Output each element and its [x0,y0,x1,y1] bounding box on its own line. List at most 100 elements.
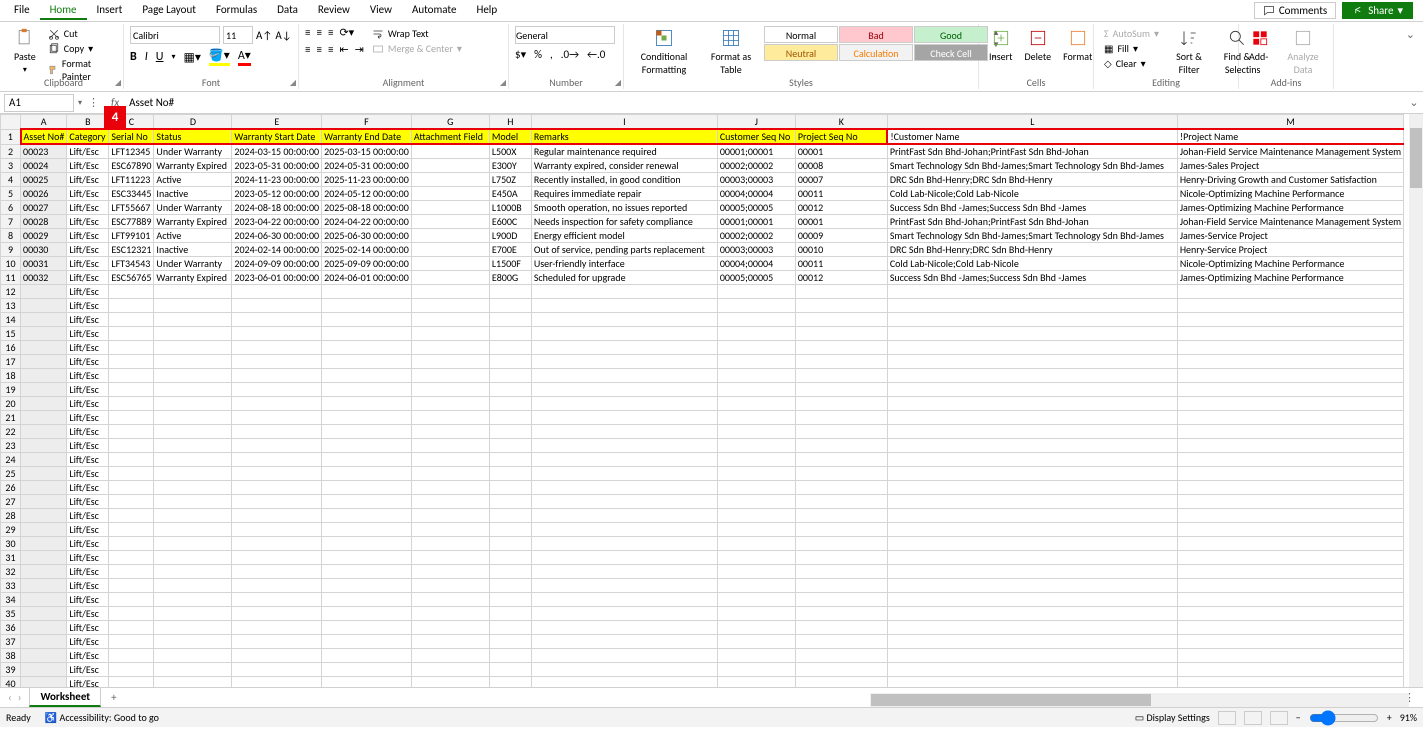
cell[interactable] [717,411,795,425]
cell[interactable] [531,621,717,635]
cell[interactable]: ESC67890 [109,159,154,173]
cell[interactable] [322,467,412,481]
cell[interactable] [717,467,795,481]
view-break-icon[interactable] [1270,711,1288,725]
col-header-D[interactable]: D [154,115,232,130]
menu-home[interactable]: Home [40,1,87,20]
cell[interactable] [531,369,717,383]
cell[interactable]: 00031 [21,257,67,271]
cell[interactable] [795,327,887,341]
display-settings-button[interactable]: ▭ Display Settings [1135,711,1210,724]
cell[interactable]: 2025-03-15 00:00:00 [322,144,412,159]
cell[interactable]: L750Z [489,173,531,187]
cell[interactable]: Warranty expired, consider renewal [531,159,717,173]
cell[interactable] [154,285,232,299]
cell[interactable]: James-Sales Project [1177,159,1403,173]
cell[interactable] [1177,551,1403,565]
comma-button[interactable]: , [550,48,553,61]
cell[interactable] [154,523,232,537]
cell[interactable]: 00002;00002 [717,159,795,173]
style-neutral[interactable]: Neutral [764,44,838,61]
cell[interactable]: 2025-11-23 00:00:00 [322,173,412,187]
cell[interactable] [717,509,795,523]
cell[interactable] [1177,509,1403,523]
cell[interactable] [109,565,154,579]
cell[interactable]: Needs inspection for safety compliance [531,215,717,229]
header-cell[interactable]: Serial No [109,129,154,144]
row-header-12[interactable]: 12 [1,285,21,299]
cell[interactable] [232,327,322,341]
cell[interactable]: 2024-11-23 00:00:00 [232,173,322,187]
cell[interactable] [322,523,412,537]
cell[interactable] [322,663,412,677]
style-good[interactable]: Good [914,26,988,43]
copy-button[interactable]: Copy ▾ [44,41,117,56]
cell[interactable]: 00011 [795,257,887,271]
cell[interactable]: Lift/Esc [67,439,109,453]
formula-expand-icon[interactable]: ⌄ [1405,96,1423,109]
cell[interactable]: Lift/Esc [67,271,109,285]
cell[interactable] [531,355,717,369]
cell[interactable] [887,663,1177,677]
cell[interactable]: DRC Sdn Bhd-Henry;DRC Sdn Bhd-Henry [887,243,1177,257]
cell[interactable] [411,411,489,425]
cell[interactable] [795,579,887,593]
cell[interactable]: 00012 [795,201,887,215]
cell[interactable] [109,481,154,495]
cell[interactable] [531,453,717,467]
sheet-tab-worksheet[interactable]: Worksheet [29,688,101,707]
cell[interactable]: 2024-08-18 00:00:00 [232,201,322,215]
cell[interactable] [717,369,795,383]
cell[interactable] [531,341,717,355]
spreadsheet-grid[interactable]: ABCDEFGHIJKLM1Asset No#CategorySerial No… [0,114,1423,687]
cell[interactable]: Success Sdn Bhd -James;Success Sdn Bhd -… [887,271,1177,285]
cell[interactable]: Lift/Esc [67,285,109,299]
cell[interactable] [1177,565,1403,579]
cell[interactable] [887,397,1177,411]
cell[interactable]: Lift/Esc [67,551,109,565]
cell[interactable] [21,677,67,688]
cell[interactable] [154,397,232,411]
menu-view[interactable]: View [360,1,402,20]
cell[interactable]: Lift/Esc [67,299,109,313]
cell[interactable] [795,341,887,355]
cell[interactable] [1177,621,1403,635]
cell[interactable] [232,649,322,663]
increase-decimal-button[interactable]: .0→ [561,48,579,61]
cell[interactable] [154,313,232,327]
cell[interactable] [411,144,489,159]
cell[interactable] [322,537,412,551]
cell[interactable] [1177,495,1403,509]
view-normal-icon[interactable] [1218,711,1236,725]
col-header-I[interactable]: I [531,115,717,130]
cell[interactable] [154,509,232,523]
cell[interactable] [531,593,717,607]
cell[interactable]: Lift/Esc [67,313,109,327]
cell[interactable] [109,663,154,677]
cell[interactable]: 2024-09-09 00:00:00 [232,257,322,271]
cell[interactable] [887,313,1177,327]
bold-button[interactable]: B [130,50,137,64]
cell[interactable] [109,425,154,439]
italic-button[interactable]: I [145,50,148,64]
vertical-scrollbar[interactable] [1409,114,1423,687]
accounting-button[interactable]: $▾ [515,48,526,61]
cell[interactable] [411,621,489,635]
cell[interactable]: PrintFast Sdn Bhd-Johan;PrintFast Sdn Bh… [887,144,1177,159]
cell[interactable]: Lift/Esc [67,663,109,677]
row-header-35[interactable]: 35 [1,607,21,621]
cell[interactable]: 2024-02-14 00:00:00 [232,243,322,257]
row-header-27[interactable]: 27 [1,495,21,509]
cell[interactable] [717,551,795,565]
cell[interactable]: ESC12321 [109,243,154,257]
cell[interactable] [489,313,531,327]
row-header-17[interactable]: 17 [1,355,21,369]
cell[interactable]: Inactive [154,243,232,257]
cell[interactable] [232,341,322,355]
cell[interactable] [1177,523,1403,537]
cell[interactable]: LFT99101 [109,229,154,243]
cell[interactable] [717,397,795,411]
cell[interactable] [489,663,531,677]
cell[interactable] [154,383,232,397]
cell[interactable]: 2025-02-14 00:00:00 [322,243,412,257]
